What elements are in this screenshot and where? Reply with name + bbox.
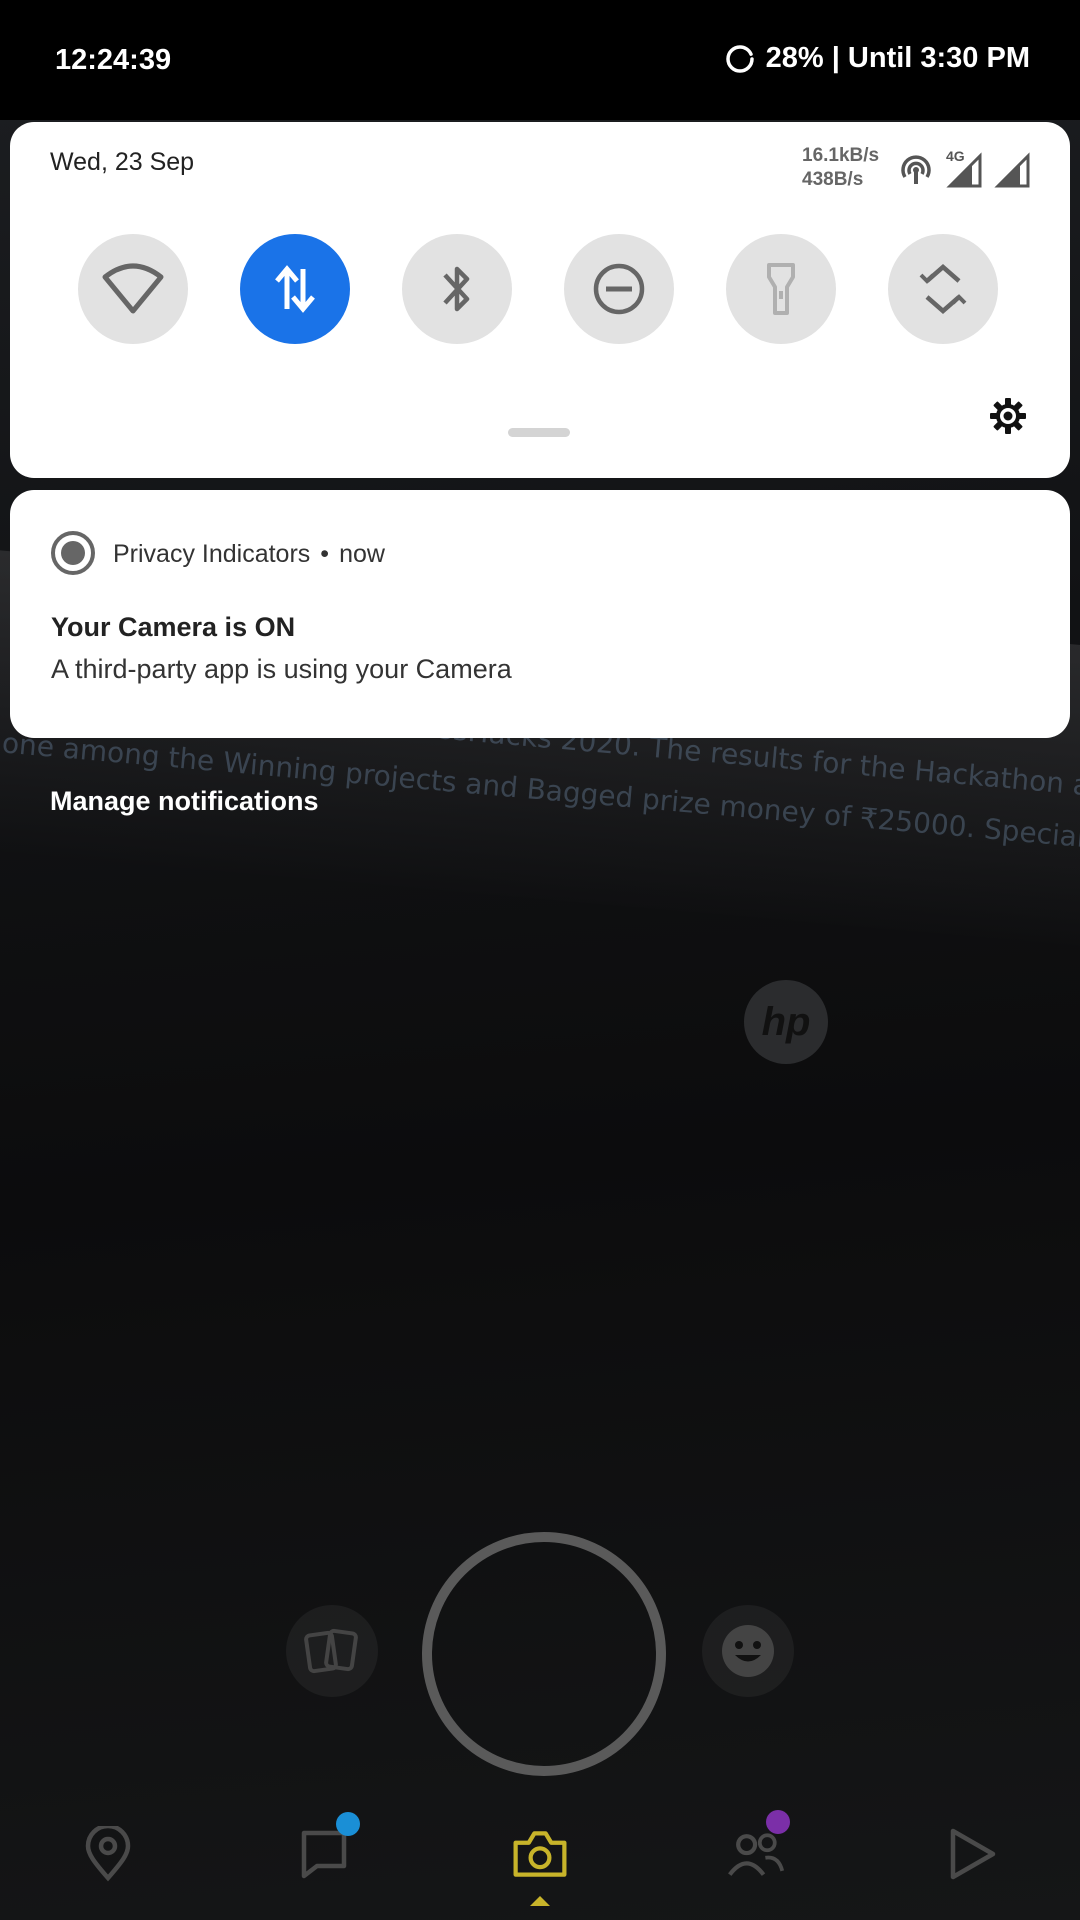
bluetooth-icon xyxy=(443,266,470,312)
manage-notifications-button[interactable]: Manage notifications xyxy=(50,786,319,817)
tile-do-not-disturb[interactable] xyxy=(564,234,674,344)
network-speed: 16.1kB/s 438B/s xyxy=(802,144,879,192)
quick-settings-tiles xyxy=(78,234,998,344)
network-speed-down: 438B/s xyxy=(802,169,864,190)
auto-rotate-icon xyxy=(919,264,967,314)
notification-app-name: Privacy Indicators xyxy=(113,540,311,568)
nav-chat[interactable] xyxy=(294,1812,360,1884)
bottom-navigation xyxy=(0,1810,1080,1920)
mobile-data-icon xyxy=(275,265,315,313)
status-battery: 28% | Until 3:30 PM xyxy=(724,42,1030,75)
qs-expand-handle[interactable] xyxy=(508,428,570,437)
camera-icon xyxy=(513,1831,567,1877)
do-not-disturb-icon xyxy=(593,263,645,315)
tile-wifi[interactable] xyxy=(78,234,188,344)
shutter-button[interactable] xyxy=(422,1532,666,1776)
smiley-icon xyxy=(722,1625,774,1677)
battery-ring-icon xyxy=(725,44,754,73)
tile-mobile-data[interactable] xyxy=(240,234,350,344)
nav-camera[interactable] xyxy=(510,1824,570,1906)
qs-date: Wed, 23 Sep xyxy=(50,148,195,176)
play-icon xyxy=(950,1828,996,1880)
status-time: 12:24:39 xyxy=(55,44,172,76)
radio-record-icon xyxy=(51,531,95,575)
active-indicator-icon xyxy=(530,1896,550,1906)
lens-button[interactable] xyxy=(702,1605,794,1697)
notification-card[interactable]: Privacy Indicators • now Your Camera is ON… xyxy=(10,490,1070,738)
notification-text: A third-party app is using your Camera xyxy=(51,654,512,684)
network-speed-up: 16.1kB/s xyxy=(802,145,880,166)
quick-settings-panel: Wed, 23 Sep 16.1kB/s 438B/s 4G xyxy=(10,122,1070,478)
nav-discover[interactable] xyxy=(942,1824,1002,1884)
map-pin-icon xyxy=(85,1826,131,1882)
tile-auto-rotate[interactable] xyxy=(888,234,998,344)
tile-flashlight[interactable] xyxy=(726,234,836,344)
memories-button[interactable] xyxy=(286,1605,378,1697)
status-bar: 12:24:39 28% | Until 3:30 PM xyxy=(0,0,1080,120)
friends-badge xyxy=(766,1810,790,1834)
nav-friends[interactable] xyxy=(726,1810,790,1884)
wifi-icon xyxy=(102,263,164,314)
camera-preview-logo: hp xyxy=(744,980,828,1064)
flashlight-icon xyxy=(767,263,795,315)
cell-signal-icon: 4G xyxy=(946,148,982,188)
battery-text: 28% | Until 3:30 PM xyxy=(765,42,1030,74)
notification-time: now xyxy=(339,540,385,568)
hotspot-icon xyxy=(901,155,931,184)
nav-map[interactable] xyxy=(78,1824,138,1884)
cell-signal-2-icon xyxy=(994,152,1030,188)
chat-icon xyxy=(301,1830,347,1879)
notification-title: Your Camera is ON xyxy=(51,612,296,642)
tile-bluetooth[interactable] xyxy=(402,234,512,344)
chat-badge xyxy=(336,1812,360,1836)
notification-header: Privacy Indicators • now xyxy=(113,540,385,568)
settings-gear-icon[interactable] xyxy=(988,396,1028,436)
signal-icons: 4G xyxy=(898,148,1030,188)
memories-icon xyxy=(304,1628,358,1674)
friends-icon xyxy=(728,1833,785,1876)
